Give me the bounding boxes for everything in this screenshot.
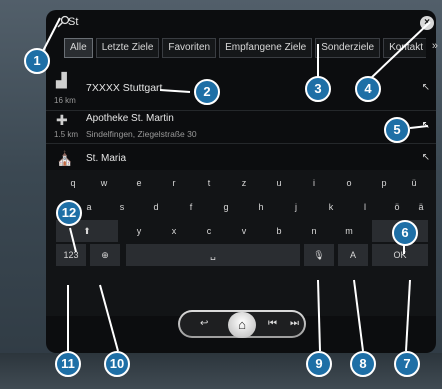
callout-4: 4 (355, 76, 381, 102)
callout-11: 11 (55, 351, 81, 377)
callout-9: 9 (306, 351, 332, 377)
callout-1: 1 (24, 48, 50, 74)
callout-10: 10 (104, 351, 130, 377)
callout-7: 7 (394, 351, 420, 377)
callout-2: 2 (194, 79, 220, 105)
callout-leaders (40, 17, 431, 352)
callout-6: 6 (392, 220, 418, 246)
callout-3: 3 (305, 76, 331, 102)
callout-12: 12 (56, 200, 82, 226)
callout-5: 5 (384, 117, 410, 143)
callout-8: 8 (350, 351, 376, 377)
